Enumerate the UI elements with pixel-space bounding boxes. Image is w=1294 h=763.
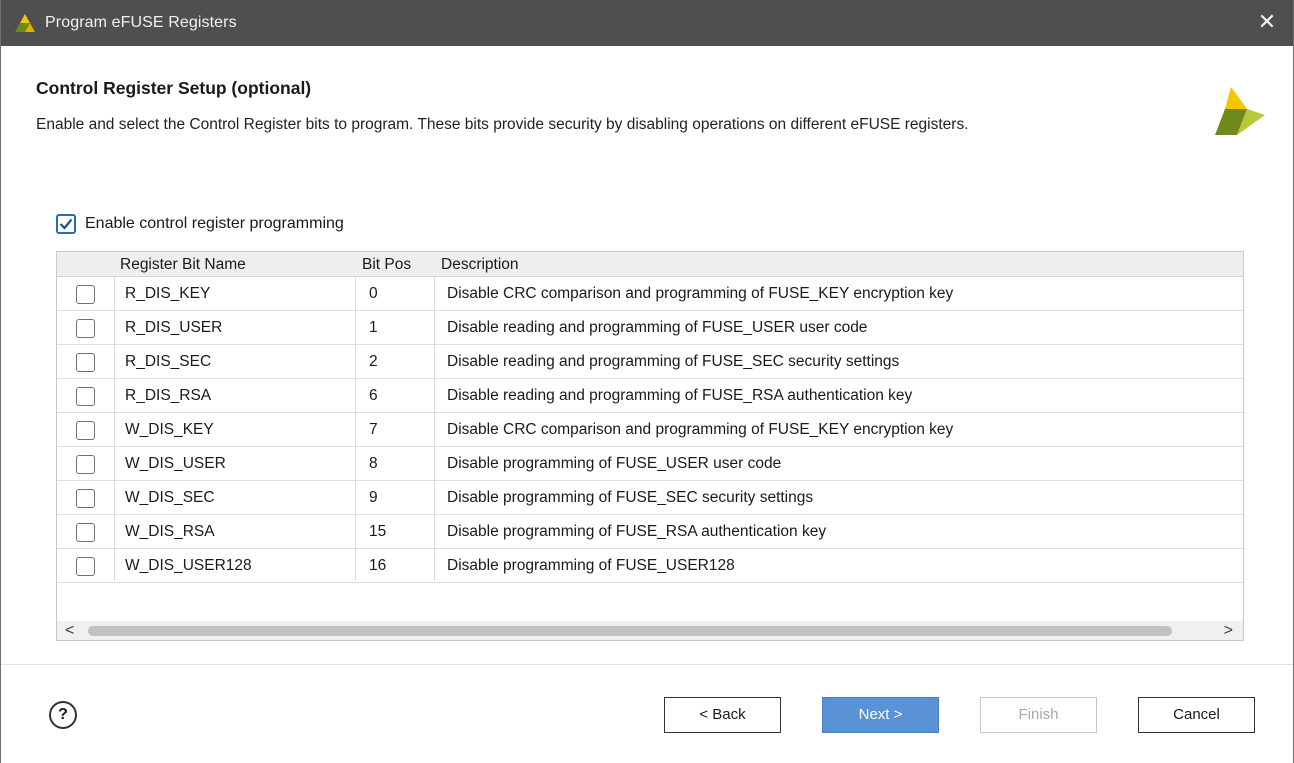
scroll-right-icon[interactable]: > [1224, 621, 1233, 640]
dialog-window: Program eFUSE Registers ✕ Control Regist… [0, 0, 1294, 763]
close-icon[interactable]: ✕ [1255, 9, 1279, 35]
scroll-left-icon[interactable]: < [65, 621, 74, 640]
cancel-button[interactable]: Cancel [1138, 697, 1255, 733]
bit-pos: 0 [369, 285, 378, 302]
register-bit-name: W_DIS_SEC [125, 489, 215, 506]
column-header-bit-pos[interactable]: Bit Pos [362, 256, 411, 274]
bit-pos: 2 [369, 353, 378, 370]
bit-pos: 16 [369, 557, 387, 574]
finish-button[interactable]: Finish [980, 697, 1097, 733]
window-title: Program eFUSE Registers [45, 14, 237, 31]
bit-pos: 1 [369, 319, 378, 336]
page-description: Enable and select the Control Register b… [36, 116, 969, 133]
checkmark-icon [59, 218, 73, 230]
page-title: Control Register Setup (optional) [36, 78, 312, 98]
row-description: Disable CRC comparison and programming o… [447, 285, 954, 302]
register-bit-name: R_DIS_RSA [125, 387, 212, 404]
table-row[interactable]: R_DIS_KEY 0 Disable CRC comparison and p… [57, 277, 1243, 311]
register-bit-name: W_DIS_KEY [125, 421, 214, 438]
table-row[interactable]: R_DIS_RSA 6 Disable reading and programm… [57, 379, 1243, 413]
row-description: Disable reading and programming of FUSE_… [447, 319, 868, 336]
back-button[interactable]: < Back [664, 697, 781, 733]
row-description: Disable programming of FUSE_USER128 [447, 557, 735, 574]
bit-pos: 15 [369, 523, 387, 540]
register-bit-name: R_DIS_SEC [125, 353, 212, 370]
register-bit-name: W_DIS_USER128 [125, 557, 252, 574]
next-button[interactable]: Next > [822, 697, 939, 733]
row-description: Disable programming of FUSE_SEC security… [447, 489, 814, 506]
column-header-description[interactable]: Description [441, 256, 519, 274]
bit-pos: 8 [369, 455, 378, 472]
control-register-table: Register Bit Name Bit Pos Description R_… [56, 251, 1244, 641]
table-row[interactable]: W_DIS_USER 8 Disable programming of FUSE… [57, 447, 1243, 481]
table-row[interactable]: W_DIS_USER128 16 Disable programming of … [57, 549, 1243, 583]
row-checkbox[interactable] [76, 319, 95, 338]
row-checkbox[interactable] [76, 387, 95, 406]
register-bit-name: R_DIS_KEY [125, 285, 211, 302]
row-checkbox[interactable] [76, 353, 95, 372]
table-row[interactable]: W_DIS_KEY 7 Disable CRC comparison and p… [57, 413, 1243, 447]
title-bar: Program eFUSE Registers ✕ [1, 0, 1293, 46]
table-row[interactable]: R_DIS_SEC 2 Disable reading and programm… [57, 345, 1243, 379]
horizontal-scrollbar[interactable]: < > [57, 621, 1243, 640]
scrollbar-thumb[interactable] [88, 626, 1172, 636]
row-checkbox[interactable] [76, 285, 95, 304]
row-checkbox[interactable] [76, 523, 95, 542]
table-row[interactable]: R_DIS_USER 1 Disable reading and program… [57, 311, 1243, 345]
row-description: Disable programming of FUSE_RSA authenti… [447, 523, 827, 540]
register-bit-name: W_DIS_RSA [125, 523, 215, 540]
enable-control-register-checkbox[interactable]: Enable control register programming [56, 212, 344, 236]
row-checkbox[interactable] [76, 557, 95, 576]
row-description: Disable reading and programming of FUSE_… [447, 387, 913, 404]
checkbox-checked[interactable] [56, 214, 76, 234]
row-description: Disable CRC comparison and programming o… [447, 421, 954, 438]
column-header-register-bit-name[interactable]: Register Bit Name [120, 256, 246, 274]
brand-logo-icon [1215, 87, 1265, 135]
bit-pos: 6 [369, 387, 378, 404]
row-description: Disable programming of FUSE_USER user co… [447, 455, 782, 472]
table-row[interactable]: W_DIS_SEC 9 Disable programming of FUSE_… [57, 481, 1243, 515]
row-description: Disable reading and programming of FUSE_… [447, 353, 900, 370]
bit-pos: 7 [369, 421, 378, 438]
row-checkbox[interactable] [76, 421, 95, 440]
help-icon[interactable]: ? [49, 701, 77, 729]
app-logo-icon [15, 14, 35, 32]
table-header: Register Bit Name Bit Pos Description [57, 252, 1243, 277]
row-checkbox[interactable] [76, 455, 95, 474]
table-row[interactable]: W_DIS_RSA 15 Disable programming of FUSE… [57, 515, 1243, 549]
register-bit-name: W_DIS_USER [125, 455, 226, 472]
bit-pos: 9 [369, 489, 378, 506]
register-bit-name: R_DIS_USER [125, 319, 223, 336]
footer-divider [1, 664, 1293, 665]
row-checkbox[interactable] [76, 489, 95, 508]
enable-checkbox-label: Enable control register programming [85, 215, 344, 232]
